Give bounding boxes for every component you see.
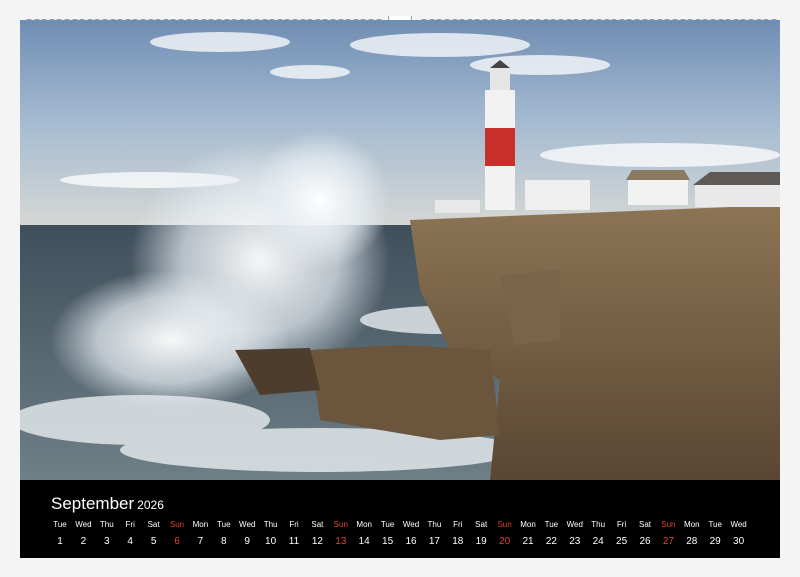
weekday-label: Mon [684,520,700,529]
day-number: 22 [545,536,557,547]
day-number: 16 [405,536,417,547]
day-cell: Tue 8 [212,520,236,549]
weekday-label: Thu [427,520,442,529]
weekday-label: Sun [661,520,676,529]
weekday-label: Wed [402,520,420,529]
day-number: 28 [686,536,698,547]
day-number: 27 [662,536,674,547]
day-number: 2 [80,536,87,547]
weekday-label: Wed [75,520,92,529]
day-cell: Tue 22 [539,520,563,549]
weekday-label: Wed [239,520,256,529]
day-cell: Tue 29 [703,520,727,549]
day-number: 30 [733,536,745,547]
month-year: 2026 [137,498,164,512]
day-number: 18 [452,536,464,547]
day-cell: Sun 27 [656,520,680,549]
day-cell: Thu 24 [586,520,610,549]
day-cell: Fri 11 [282,520,306,549]
day-cell: Fri 4 [118,520,142,549]
day-number: 10 [265,536,277,547]
day-number: 17 [428,536,440,547]
day-number: 20 [499,536,511,547]
weekday-label: Tue [217,520,231,529]
day-cell: Thu 17 [422,520,446,549]
day-cell: Fri 25 [610,520,634,549]
day-cell: Sun 6 [165,520,189,549]
day-cell: Mon 14 [352,520,376,549]
weekday-label: Sun [497,520,512,529]
weekday-label: Mon [520,520,536,529]
day-number: 14 [358,536,370,547]
day-cell: Mon 21 [516,520,540,549]
day-cell: Sun 13 [329,520,353,549]
day-cell: Tue 1 [48,520,72,549]
day-cell: Wed 23 [563,520,587,549]
month-title: September 2026 [51,494,164,515]
day-number: 8 [221,536,227,547]
day-number: 15 [382,536,394,547]
weekday-label: Sat [311,520,324,529]
day-cell: Sat 19 [469,520,493,549]
day-cell: Thu 3 [95,520,119,549]
weekday-label: Fri [453,520,463,529]
day-number: 25 [616,536,628,547]
weekday-label: Thu [99,520,114,529]
day-cell: Tue 15 [376,520,400,549]
day-number: 11 [288,536,300,547]
day-number: 19 [475,536,487,547]
weekday-label: Mon [356,520,372,529]
day-number: 3 [104,536,110,547]
day-number: 1 [57,536,63,547]
day-number: 24 [592,536,604,547]
calendar-grid: September 2026 Tue 1 Wed 2 Thu 3 Fri 4 Sat 5 Sun 6 Mo… [20,480,780,558]
weekday-label: Fri [125,520,135,529]
weekday-label: Sun [169,520,185,529]
photo-lighthouse-coast [20,20,780,480]
weekday-label: Thu [263,520,278,529]
weekday-label: Wed [566,520,583,529]
weekday-label: Tue [708,520,722,529]
day-cell: Wed 9 [235,520,259,549]
weekday-label: Sat [475,520,488,529]
day-number: 13 [335,536,347,547]
day-cell: Wed 16 [399,520,423,549]
weekday-label: Sun [333,520,348,529]
weekday-label: Fri [289,520,299,529]
month-name: September [51,494,135,513]
day-number: 12 [311,536,323,547]
day-cell: Thu 10 [259,520,283,549]
weekday-label: Mon [192,520,209,529]
day-cell: Sat 26 [633,520,657,549]
day-cell: Sun 20 [493,520,517,549]
photo-illustration [20,20,780,480]
day-cell: Sat 5 [142,520,166,549]
day-cell: Mon 7 [188,520,212,549]
day-number: 21 [522,536,534,547]
weekday-label: Tue [380,520,395,529]
day-number: 6 [174,536,180,547]
day-cell: Mon 28 [680,520,704,549]
day-cell: Wed 30 [727,520,751,549]
day-number: 9 [244,536,250,547]
day-number: 23 [569,536,581,547]
day-number: 26 [639,536,651,547]
calendar-page: September 2026 Tue 1 Wed 2 Thu 3 Fri 4 Sat 5 Sun 6 Mo… [0,0,800,577]
weekday-label: Wed [730,520,747,529]
weekday-label: Sat [638,520,651,529]
day-number: 4 [127,536,133,547]
day-cell: Fri 18 [446,520,470,549]
day-number: 5 [150,536,157,547]
weekday-label: Tue [53,520,67,529]
weekday-label: Tue [544,520,559,529]
day-cell: Wed 2 [71,520,95,549]
day-number: 7 [197,536,204,547]
weekday-label: Fri [616,520,627,529]
day-cell: Sat 12 [305,520,329,549]
day-row: Tue 1 Wed 2 Thu 3 Fri 4 Sat 5 Sun 6 Mon 7 Tue 8 Wed 9 Thu 1… [48,520,754,554]
weekday-label: Sat [147,520,160,529]
day-number: 29 [709,536,721,547]
weekday-label: Thu [591,520,606,529]
